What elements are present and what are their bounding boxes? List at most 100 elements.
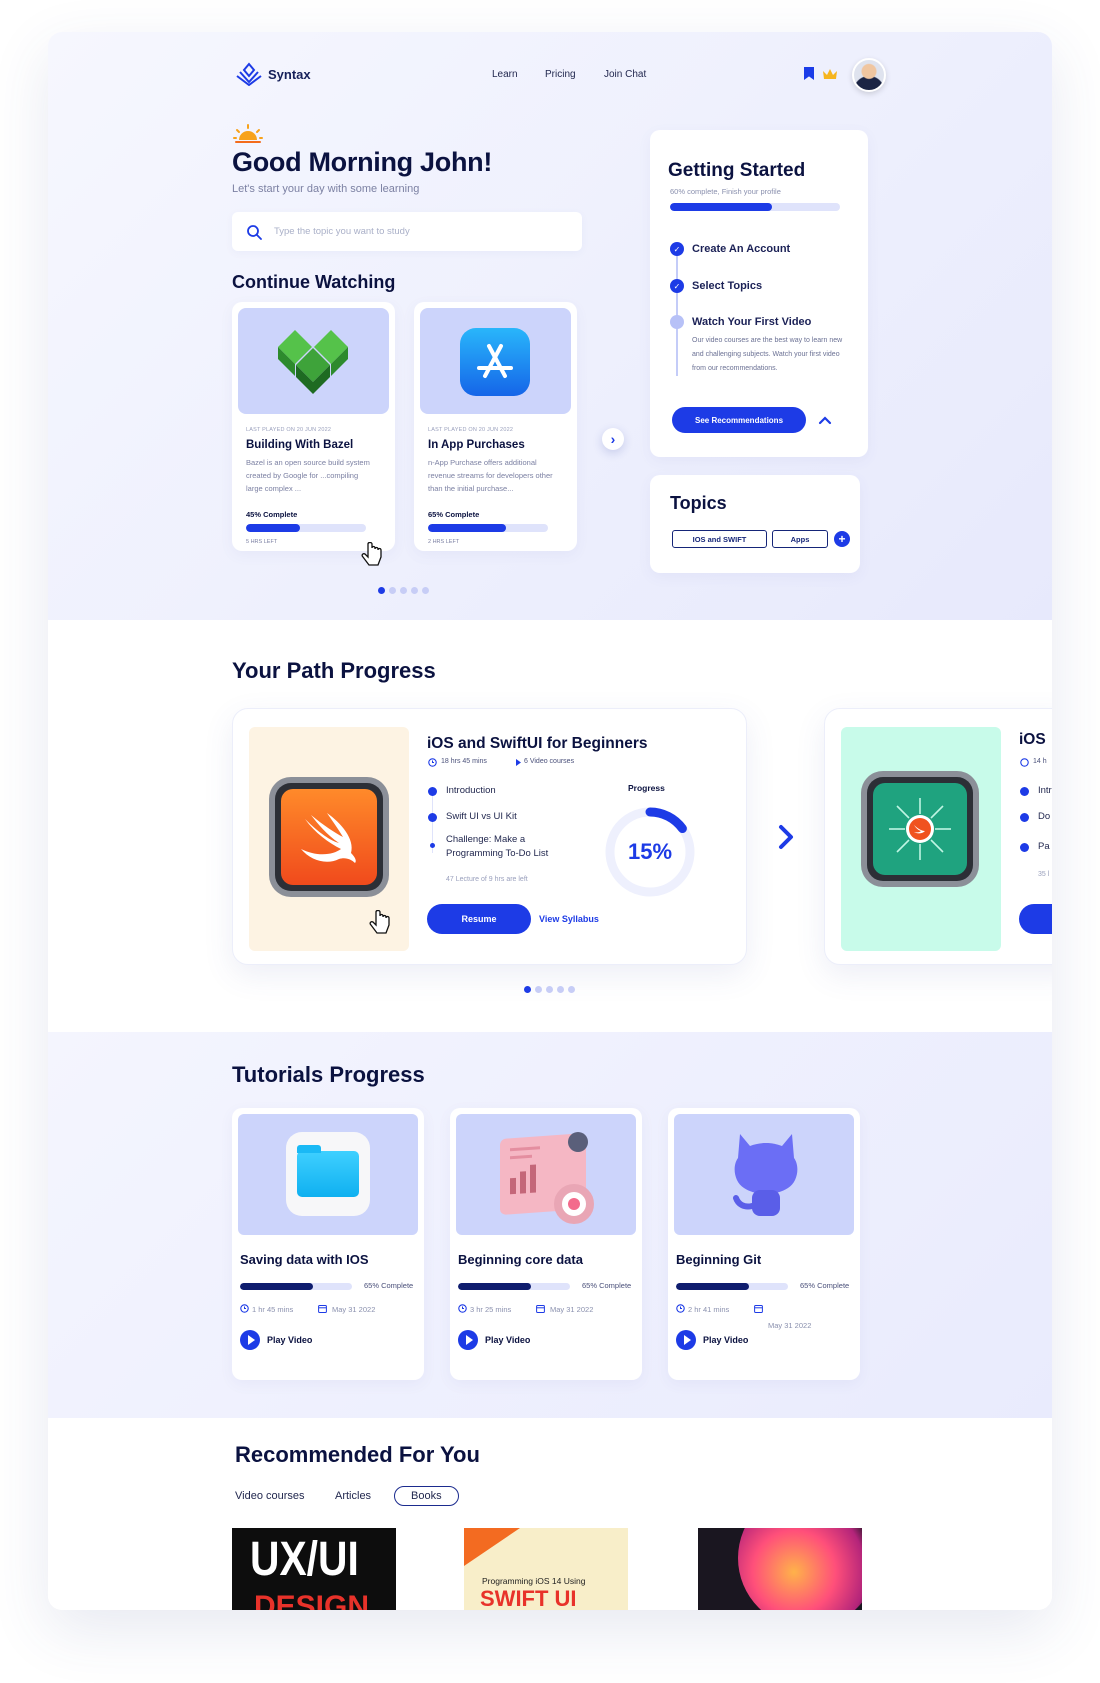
greeting-subtitle: Let's start your day with some learning <box>232 183 420 195</box>
continue-watching-title: Continue Watching <box>232 272 396 292</box>
profile-progress-bar <box>670 203 840 211</box>
see-recommendations-button[interactable]: See Recommendations <box>672 407 806 433</box>
book-cover-uxui[interactable]: UX/UI DESIGN <box>232 1528 396 1610</box>
lesson-item[interactable]: Intr <box>1038 784 1052 798</box>
carousel-dot[interactable] <box>378 587 385 594</box>
progress-label: 45% Complete <box>246 510 298 519</box>
tab-books[interactable]: Books <box>394 1486 459 1506</box>
tutorial-progress-label: 65% Complete <box>582 1281 632 1290</box>
carousel-dot[interactable] <box>557 986 564 993</box>
carousel-dot[interactable] <box>546 986 553 993</box>
sunrise-icon <box>233 124 263 143</box>
continue-card-bazel[interactable]: LAST PLAYED ON 20 JUN 2022 Building With… <box>232 302 395 551</box>
play-video-button[interactable]: Play Video <box>703 1335 748 1345</box>
step-watch-video[interactable]: Watch Your First Video <box>692 316 811 328</box>
clock-icon <box>1020 758 1029 767</box>
tutorial-progress-bar <box>676 1283 788 1290</box>
carousel-next-button[interactable]: › <box>602 428 624 450</box>
search-bar[interactable] <box>232 212 582 251</box>
step-create-account[interactable]: Create An Account <box>692 243 790 255</box>
carousel-dot[interactable] <box>411 587 418 594</box>
calendar-icon <box>536 1305 545 1313</box>
tutorial-card-git[interactable]: Beginning Git 65% Complete 2 hr 41 mins … <box>668 1108 860 1380</box>
book-cover-swiftui[interactable]: Programming iOS 14 Using SWIFT UI <box>464 1528 628 1610</box>
course-title: iOS and SwiftUI for Beginners <box>427 735 648 752</box>
book-cover-abstract[interactable] <box>698 1528 862 1610</box>
tab-articles[interactable]: Articles <box>335 1490 371 1502</box>
syntax-logo-icon <box>236 62 262 86</box>
path-card-ios-next[interactable]: iOS 14 h Intr Do Pa 35 l <box>824 708 1052 965</box>
view-syllabus-link[interactable]: View Syllabus <box>539 914 599 924</box>
brand-name: Syntax <box>268 66 311 82</box>
carousel-dot[interactable] <box>568 986 575 993</box>
crown-icon[interactable] <box>822 68 838 80</box>
search-input[interactable] <box>274 226 534 237</box>
carousel-dot[interactable] <box>389 587 396 594</box>
course-title: In App Purchases <box>428 439 525 451</box>
user-avatar[interactable] <box>852 58 886 92</box>
carousel-dot[interactable] <box>524 986 531 993</box>
play-icon[interactable] <box>458 1330 478 1350</box>
nav-learn[interactable]: Learn <box>492 69 518 80</box>
nav-pricing[interactable]: Pricing <box>545 69 576 80</box>
tutorial-date: May 31 2022 <box>332 1305 376 1314</box>
topic-tag-ios-swift[interactable]: IOS and SWIFT <box>672 530 767 548</box>
lesson-swiftui-vs-uikit[interactable]: Swift UI vs UI Kit <box>446 810 517 824</box>
path-card-ios-swiftui[interactable]: iOS and SwiftUI for Beginners 18 hrs 45 … <box>232 708 747 965</box>
tutorial-card-saving-data[interactable]: Saving data with IOS 65% Complete 1 hr 4… <box>232 1108 424 1380</box>
carousel-dot[interactable] <box>535 986 542 993</box>
lesson-bullet <box>1020 843 1029 852</box>
resume-button[interactable] <box>1019 904 1052 934</box>
carousel-dots[interactable] <box>378 587 429 594</box>
carousel-dot[interactable] <box>422 587 429 594</box>
hero-section: Syntax Learn Pricing Join Chat Good Morn… <box>48 32 1052 620</box>
resume-button[interactable]: Resume <box>427 904 531 934</box>
step-select-topics[interactable]: Select Topics <box>692 280 762 292</box>
app-frame: Syntax Learn Pricing Join Chat Good Morn… <box>48 32 1052 1610</box>
lesson-item[interactable]: Do <box>1038 810 1050 824</box>
topics-card: Topics IOS and SWIFT Apps + <box>650 475 860 573</box>
topic-tag-apps[interactable]: Apps <box>772 530 828 548</box>
calendar-icon <box>318 1305 327 1313</box>
lesson-challenge[interactable]: Challenge: Make a Programming To-Do List <box>446 833 566 861</box>
course-title: iOS <box>1019 731 1046 748</box>
tutorial-thumbnail <box>456 1114 636 1235</box>
tutorial-duration: 3 hr 25 mins <box>470 1305 512 1314</box>
progress-percent: 15% <box>627 839 673 864</box>
topics-title: Topics <box>670 493 727 513</box>
tutorial-duration: 2 hr 41 mins <box>688 1305 730 1314</box>
play-icon[interactable] <box>676 1330 696 1350</box>
course-description: Bazel is an open source build system cre… <box>246 458 370 493</box>
bazel-logo-icon <box>278 330 348 394</box>
path-next-arrow-icon[interactable] <box>776 823 796 851</box>
tutorial-thumbnail <box>674 1114 854 1235</box>
tutorial-title: Saving data with IOS <box>240 1252 369 1267</box>
carousel-dot[interactable] <box>400 587 407 594</box>
chevron-up-icon[interactable] <box>818 415 832 425</box>
tab-video-courses[interactable]: Video courses <box>235 1490 305 1502</box>
course-duration: 18 hrs 45 mins <box>441 758 487 765</box>
progress-label: Progress <box>628 783 665 793</box>
tutorial-title: Beginning Git <box>676 1252 762 1267</box>
path-carousel-dots[interactable] <box>524 986 575 993</box>
lesson-bullet <box>430 843 435 848</box>
search-icon <box>247 224 262 240</box>
tutorial-card-core-data[interactable]: Beginning core data 65% Complete 3 hr 25… <box>450 1108 642 1380</box>
brand-logo[interactable]: Syntax <box>236 62 311 86</box>
bookmark-icon[interactable] <box>804 67 814 80</box>
play-video-button[interactable]: Play Video <box>485 1335 530 1345</box>
play-video-button[interactable]: Play Video <box>267 1335 312 1345</box>
add-topic-button[interactable]: + <box>834 531 850 547</box>
course-title: Building With Bazel <box>246 439 354 451</box>
lesson-item[interactable]: Pa <box>1038 840 1050 854</box>
continue-card-in-app-purchases[interactable]: LAST PLAYED ON 20 JUN 2022 In App Purcha… <box>414 302 577 551</box>
tutorial-progress-label: 65% Complete <box>800 1281 850 1290</box>
nav-join-chat[interactable]: Join Chat <box>604 69 646 80</box>
course-thumbnail <box>420 308 571 414</box>
swift-logo-icon <box>269 777 389 897</box>
lesson-introduction[interactable]: Introduction <box>446 784 496 798</box>
play-icon[interactable] <box>240 1330 260 1350</box>
getting-started-card: Getting Started 60% complete, Finish you… <box>650 130 868 457</box>
video-play-icon <box>516 759 521 766</box>
tutorial-date: May 31 2022 <box>768 1321 812 1330</box>
